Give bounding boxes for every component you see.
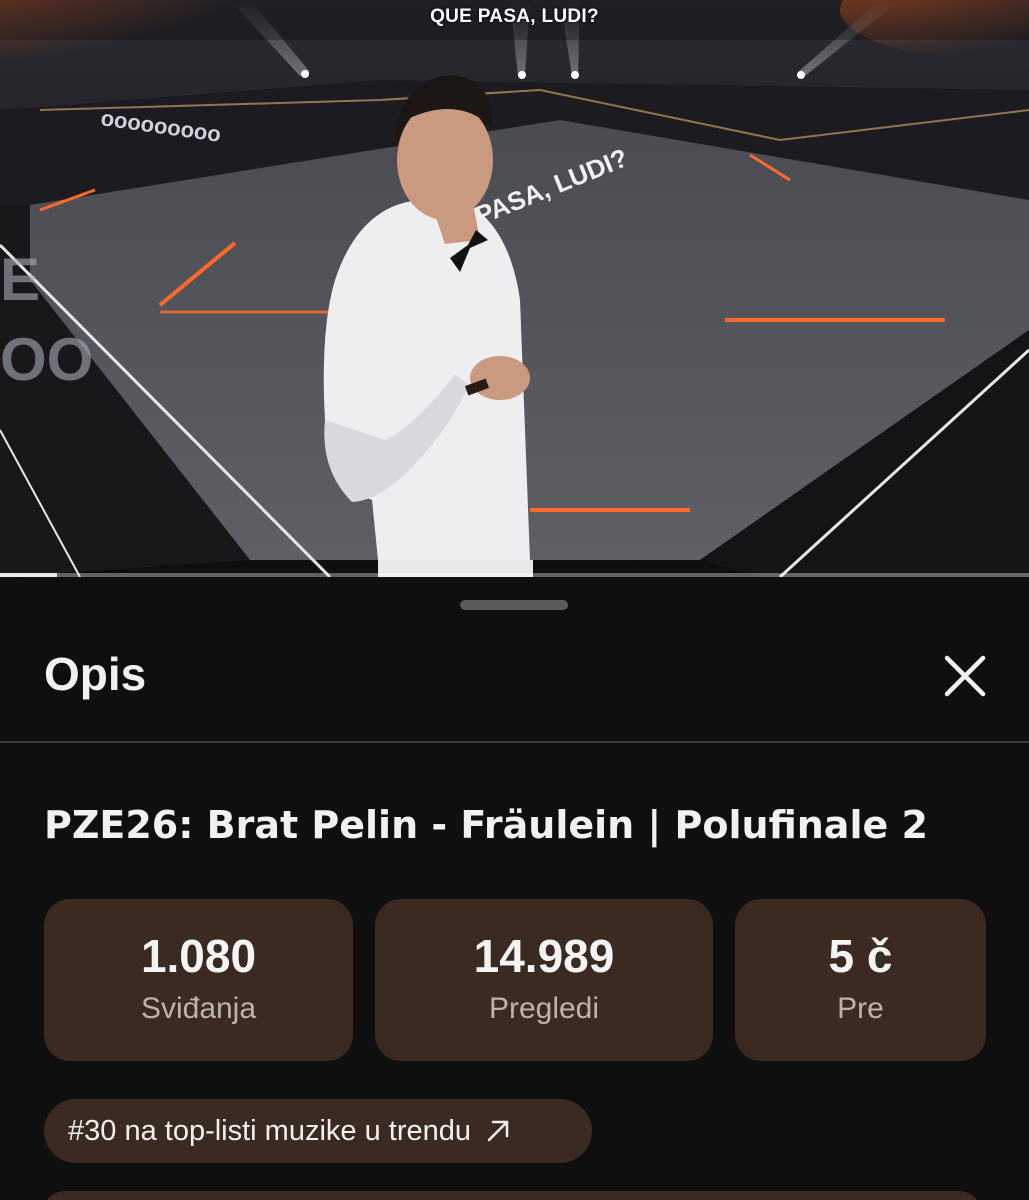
- video-caption: QUE PASA, LUDI?: [430, 6, 599, 27]
- video-title: PZE26: Brat Pelin - Fräulein | Polufinal…: [44, 803, 928, 847]
- age-label: Pre: [837, 992, 884, 1025]
- likes-count: 1.080: [140, 930, 257, 982]
- views-label: Pregledi: [488, 992, 600, 1025]
- description-sheet: Opis PZE26: Brat Pelin - Fräulein | Polu…: [0, 577, 1029, 1200]
- video-frame: ooooooooo PASA, LUDI? E OO: [0, 0, 1029, 577]
- views-count: 14.989: [473, 930, 615, 982]
- likes-stat: 1.080 Sviđanja: [44, 899, 353, 1061]
- likes-label: Sviđanja: [140, 992, 257, 1025]
- trending-chip-label: #30 na top-listi muzike u trendu: [68, 1114, 471, 1147]
- svg-text:E: E: [0, 246, 40, 313]
- close-icon: [944, 655, 986, 697]
- arrow-up-right-icon: [485, 1118, 511, 1144]
- sheet-header: Opis: [0, 627, 1029, 743]
- svg-text:OO: OO: [0, 326, 93, 393]
- description-screen: ooooooooo PASA, LUDI? E OO QUE PASA, LUD…: [0, 0, 1029, 1200]
- trending-chip[interactable]: #30 na top-listi muzike u trendu: [44, 1099, 592, 1163]
- age-stat: 5 č Pre: [735, 899, 986, 1061]
- next-info-card[interactable]: [44, 1191, 980, 1200]
- close-button[interactable]: [930, 645, 1000, 707]
- sheet-title: Opis: [44, 648, 147, 700]
- age-value: 5 č: [828, 930, 893, 982]
- drag-handle[interactable]: [460, 600, 568, 610]
- video-player[interactable]: ooooooooo PASA, LUDI? E OO QUE PASA, LUD…: [0, 0, 1029, 577]
- views-stat: 14.989 Pregledi: [375, 899, 713, 1061]
